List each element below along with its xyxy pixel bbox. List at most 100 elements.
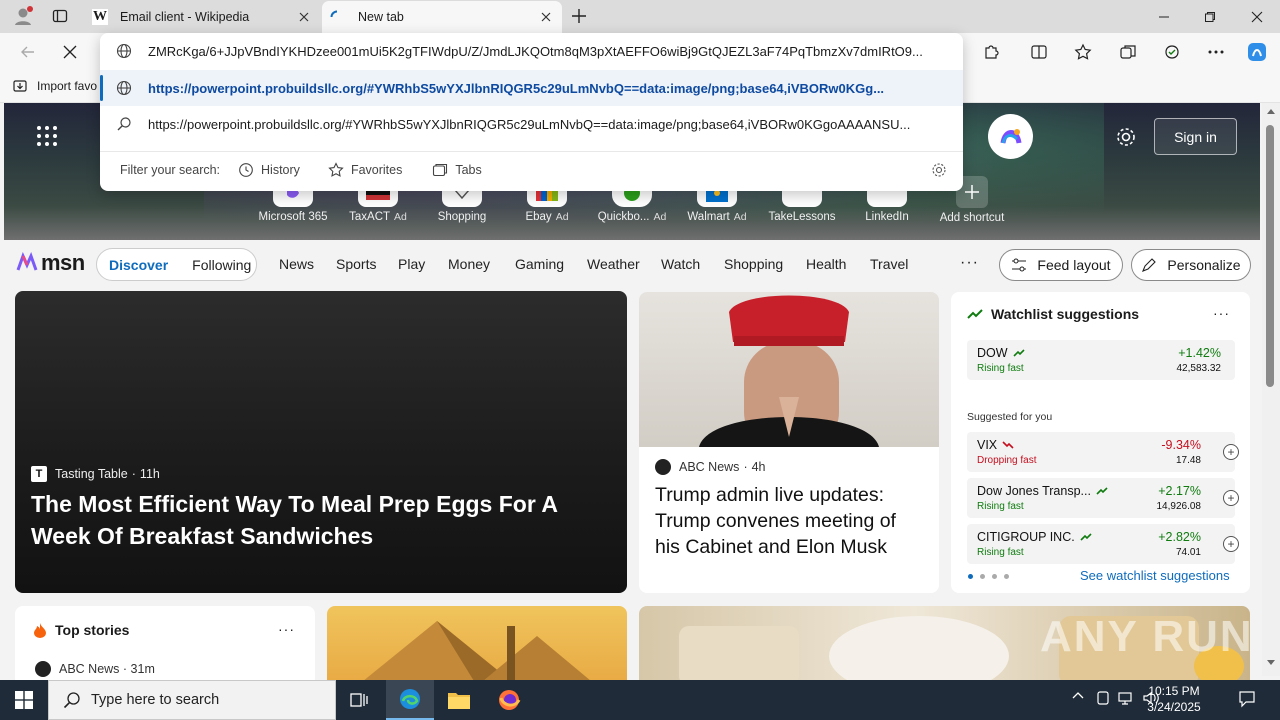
trend-up-icon	[967, 309, 983, 319]
see-watchlist-link[interactable]: See watchlist suggestions	[1080, 568, 1230, 583]
add-to-watchlist-icon[interactable]: +	[1223, 444, 1239, 460]
filter-favorites[interactable]: Favorites	[328, 161, 402, 178]
notifications-icon[interactable]	[1238, 690, 1256, 708]
tab-new-tab[interactable]: New tab	[322, 1, 562, 33]
news-article-title[interactable]: Trump admin live updates: Trump convenes…	[655, 482, 925, 560]
sparkle-pen-icon	[1142, 258, 1157, 272]
nav-weather[interactable]: Weather	[587, 256, 640, 272]
tabs-icon	[433, 163, 448, 176]
msn-logo[interactable]: msn	[16, 250, 85, 276]
close-tab-icon[interactable]	[296, 9, 312, 25]
scroll-down-icon[interactable]	[1267, 660, 1275, 665]
nav-sports[interactable]: Sports	[336, 256, 376, 272]
meet-now-icon[interactable]	[1096, 690, 1110, 706]
new-tab-icon[interactable]	[570, 7, 588, 25]
copilot-search-button[interactable]	[988, 114, 1033, 159]
scroll-up-icon[interactable]	[1267, 109, 1275, 114]
taskbar-search[interactable]: Type here to search	[48, 680, 336, 720]
stock-row-vix[interactable]: VIX Dropping fast -9.34% 17.48 +	[967, 432, 1239, 472]
tasting-table-logo: T	[31, 466, 47, 482]
filter-tabs[interactable]: Tabs	[432, 162, 482, 178]
minimize-icon[interactable]	[1141, 0, 1187, 33]
nav-watch[interactable]: Watch	[661, 256, 700, 272]
favorites-icon[interactable]	[1069, 40, 1097, 64]
article-age: 11h	[139, 467, 160, 481]
loading-icon	[330, 10, 344, 24]
copilot-icon	[1000, 128, 1021, 144]
feed-layout-button[interactable]: Feed layout	[999, 249, 1123, 281]
suggestion-item[interactable]: https://powerpoint.probuildsllc.org/#YWR…	[100, 70, 963, 106]
edge-icon	[400, 689, 420, 709]
tab-following[interactable]: Following	[192, 257, 251, 273]
profile-icon[interactable]	[12, 5, 34, 27]
tab-label: New tab	[358, 10, 404, 24]
task-view-button[interactable]	[336, 680, 384, 720]
extensions-icon[interactable]	[977, 40, 1005, 64]
filter-history[interactable]: History	[238, 162, 300, 178]
suggestion-text: https://powerpoint.probuildsllc.org/#YWR…	[148, 80, 885, 96]
show-hidden-icons-icon[interactable]	[1072, 690, 1084, 702]
article-image-pyramids[interactable]	[327, 606, 627, 686]
taskbar-clock[interactable]: 10:15 PM 3/24/2025	[1136, 683, 1212, 715]
copilot-toolbar-icon[interactable]	[1243, 40, 1271, 64]
add-to-watchlist-icon[interactable]: +	[1223, 536, 1239, 552]
tab-discover[interactable]: Discover	[109, 257, 168, 273]
watchlist-more-button[interactable]: ···	[1213, 305, 1230, 321]
page-settings-icon[interactable]	[1115, 126, 1137, 148]
search-settings-icon[interactable]	[931, 162, 947, 178]
nav-health[interactable]: Health	[806, 256, 846, 272]
hero-article-title[interactable]: The Most Efficient Way To Meal Prep Eggs…	[31, 488, 611, 552]
taskbar-file-explorer[interactable]	[435, 680, 483, 720]
nav-more-button[interactable]: ···	[960, 254, 979, 272]
address-input[interactable]: ZMRcKga/6+JJpVBndIYKHDzee001mUi5K2gTFIWd…	[148, 44, 948, 59]
flame-icon	[34, 623, 46, 638]
taskbar-firefox[interactable]	[485, 680, 533, 720]
article-source: T Tasting Table · 11h	[31, 466, 160, 482]
stock-row-dow-transports[interactable]: Dow Jones Transp... Rising fast +2.17% 1…	[967, 478, 1239, 518]
network-icon[interactable]	[1118, 690, 1136, 706]
stock-row-dow[interactable]: DOW Rising fast +1.42% 42,583.32	[967, 340, 1235, 380]
article-age: 4h	[751, 460, 766, 474]
firefox-icon	[499, 690, 521, 710]
tab-email-client[interactable]: W Email client - Wikipedia	[84, 1, 320, 33]
more-menu-icon[interactable]	[1202, 40, 1230, 64]
close-tab-icon[interactable]	[538, 9, 554, 25]
start-button[interactable]	[0, 680, 48, 720]
back-icon[interactable]	[14, 40, 42, 64]
page-scrollbar[interactable]	[1262, 103, 1280, 676]
nav-gaming[interactable]: Gaming	[515, 256, 564, 272]
browser-essentials-icon[interactable]	[1158, 40, 1186, 64]
collections-icon[interactable]	[1114, 40, 1142, 64]
taskbar-edge[interactable]	[386, 680, 434, 720]
restore-icon[interactable]	[1187, 0, 1233, 33]
split-screen-icon[interactable]	[1025, 40, 1053, 64]
globe-icon	[100, 43, 148, 59]
import-favorites-link[interactable]: Import favo	[12, 78, 97, 94]
windows-logo-icon	[15, 691, 33, 709]
suggestion-item[interactable]: https://powerpoint.probuildsllc.org/#YWR…	[100, 106, 963, 142]
clock-time: 10:15 PM	[1148, 684, 1200, 698]
sign-in-button[interactable]: Sign in	[1154, 118, 1237, 155]
trend-up-icon	[1080, 533, 1092, 541]
nav-shopping[interactable]: Shopping	[724, 256, 783, 272]
stock-row-citigroup[interactable]: CITIGROUP INC. Rising fast +2.82% 74.01 …	[967, 524, 1239, 564]
nav-play[interactable]: Play	[398, 256, 425, 272]
app-launcher-icon[interactable]	[36, 125, 58, 147]
nav-travel[interactable]: Travel	[870, 256, 908, 272]
search-icon	[100, 116, 148, 132]
stop-loading-icon[interactable]	[56, 40, 84, 64]
top-stories-more-button[interactable]: ···	[278, 621, 295, 637]
suggestion-text: https://powerpoint.probuildsllc.org/#YWR…	[148, 116, 911, 132]
add-to-watchlist-icon[interactable]: +	[1223, 490, 1239, 506]
nav-news[interactable]: News	[279, 256, 314, 272]
scroll-thumb[interactable]	[1266, 125, 1274, 387]
trend-down-icon	[1002, 441, 1014, 449]
tab-actions-icon[interactable]	[52, 8, 68, 24]
close-window-icon[interactable]	[1234, 0, 1280, 33]
address-input-row[interactable]: ZMRcKga/6+JJpVBndIYKHDzee001mUi5K2gTFIWd…	[100, 33, 963, 69]
carousel-dots[interactable]	[968, 574, 1016, 579]
clock-date: 3/24/2025	[1147, 700, 1201, 714]
nav-money[interactable]: Money	[448, 256, 490, 272]
wikipedia-icon: W	[92, 9, 108, 25]
personalize-button[interactable]: Personalize	[1131, 249, 1251, 281]
